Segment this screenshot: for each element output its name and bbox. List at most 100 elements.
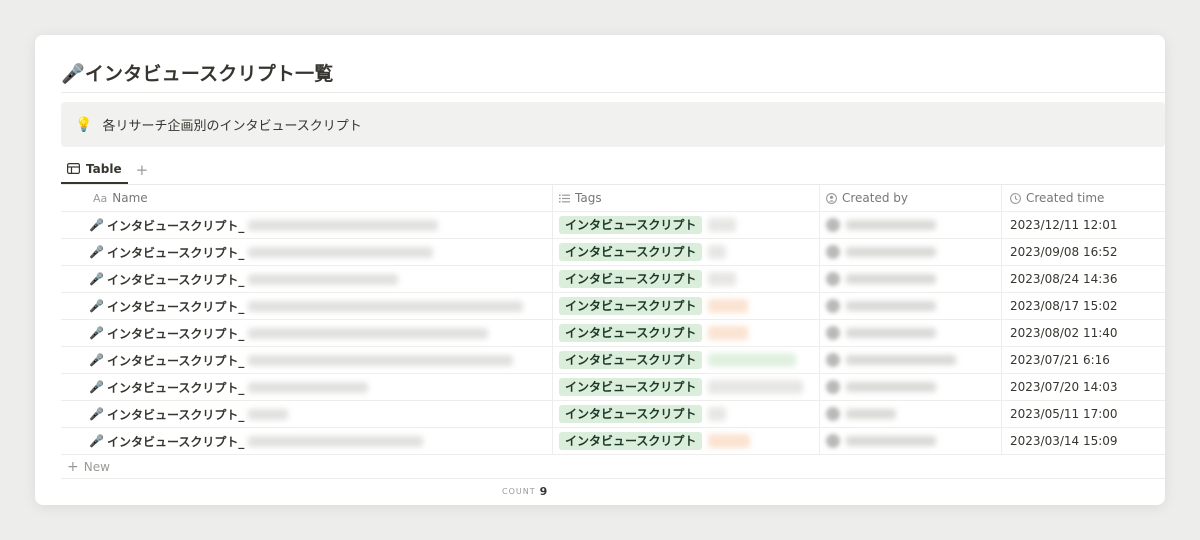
redacted-tag bbox=[708, 299, 749, 313]
tag-badge: インタビュースクリプト bbox=[559, 405, 703, 423]
text-property-icon: Aa bbox=[93, 191, 108, 205]
created-by-cell[interactable] bbox=[820, 266, 1002, 292]
table-row[interactable]: 🎤 インタビュースクリプト_ インタビュースクリプト 2023/09/08 16:52 bbox=[61, 239, 1165, 266]
table-row[interactable]: 🎤 インタビュースクリプト_ インタビュースクリプト 2023/03/14 15:09 bbox=[61, 428, 1165, 455]
column-header-created-time-label: Created time bbox=[1026, 191, 1105, 205]
row-name[interactable]: インタビュースクリプト_ bbox=[107, 217, 244, 234]
table-row[interactable]: 🎤 インタビュースクリプト_ インタビュースクリプト 2023/08/17 15:02 bbox=[61, 293, 1165, 320]
created-time-cell[interactable]: 2023/03/14 15:09 bbox=[1002, 428, 1165, 454]
tags-cell[interactable]: インタビュースクリプト bbox=[553, 239, 820, 265]
created-time-cell[interactable]: 2023/07/20 14:03 bbox=[1002, 374, 1165, 400]
redacted-text bbox=[248, 435, 424, 447]
created-time-cell[interactable]: 2023/05/11 17:00 bbox=[1002, 401, 1165, 427]
row-name[interactable]: インタビュースクリプト_ bbox=[107, 352, 244, 369]
tags-cell[interactable]: インタビュースクリプト bbox=[553, 320, 820, 346]
page-card: 🎤インタビュースクリプト一覧 💡 各リサーチ企画別のインタビュースクリプト Ta… bbox=[35, 35, 1165, 505]
table-row[interactable]: 🎤 インタビュースクリプト_ インタビュースクリプト 2023/08/02 11:40 bbox=[61, 320, 1165, 347]
table-row[interactable]: 🎤 インタビュースクリプト_ インタビュースクリプト 2023/12/11 12:01 bbox=[61, 212, 1165, 239]
add-view-button[interactable]: + bbox=[132, 161, 153, 179]
page-title[interactable]: 🎤インタビュースクリプト一覧 bbox=[61, 57, 334, 87]
created-time: 2023/08/02 11:40 bbox=[1010, 326, 1118, 340]
column-header-name[interactable]: Aa Name bbox=[61, 185, 553, 211]
redacted-person bbox=[846, 436, 936, 446]
row-name[interactable]: インタビュースクリプト_ bbox=[107, 325, 244, 342]
tags-cell[interactable]: インタビュースクリプト bbox=[553, 347, 820, 373]
tags-cell[interactable]: インタビュースクリプト bbox=[553, 293, 820, 319]
count-summary[interactable]: COUNT 9 bbox=[502, 485, 547, 498]
tag-badge: インタビュースクリプト bbox=[559, 378, 703, 396]
microphone-icon: 🎤 bbox=[89, 272, 104, 286]
name-cell[interactable]: 🎤 インタビュースクリプト_ bbox=[61, 428, 553, 454]
created-time-cell[interactable]: 2023/08/17 15:02 bbox=[1002, 293, 1165, 319]
redacted-text bbox=[248, 300, 524, 312]
created-by-cell[interactable] bbox=[820, 374, 1002, 400]
created-time-cell[interactable]: 2023/09/08 16:52 bbox=[1002, 239, 1165, 265]
created-by-cell[interactable] bbox=[820, 212, 1002, 238]
row-name[interactable]: インタビュースクリプト_ bbox=[107, 244, 244, 261]
created-by-cell[interactable] bbox=[820, 401, 1002, 427]
name-cell[interactable]: 🎤 インタビュースクリプト_ bbox=[61, 320, 553, 346]
tags-cell[interactable]: インタビュースクリプト bbox=[553, 374, 820, 400]
redacted-tag bbox=[708, 380, 804, 394]
created-time: 2023/07/20 14:03 bbox=[1010, 380, 1118, 394]
created-by-cell[interactable] bbox=[820, 320, 1002, 346]
tags-cell[interactable]: インタビュースクリプト bbox=[553, 266, 820, 292]
table-header: Aa Name Tags Created by Created time bbox=[61, 185, 1165, 212]
column-header-tags[interactable]: Tags bbox=[553, 185, 820, 211]
row-name[interactable]: インタビュースクリプト_ bbox=[107, 271, 244, 288]
avatar bbox=[826, 245, 840, 259]
created-by-cell[interactable] bbox=[820, 293, 1002, 319]
name-cell[interactable]: 🎤 インタビュースクリプト_ bbox=[61, 293, 553, 319]
table-row[interactable]: 🎤 インタビュースクリプト_ インタビュースクリプト 2023/05/11 17:00 bbox=[61, 401, 1165, 428]
column-header-tags-label: Tags bbox=[575, 191, 602, 205]
table-row[interactable]: 🎤 インタビュースクリプト_ インタビュースクリプト 2023/07/20 14:03 bbox=[61, 374, 1165, 401]
name-cell[interactable]: 🎤 インタビュースクリプト_ bbox=[61, 212, 553, 238]
created-time-cell[interactable]: 2023/07/21 6:16 bbox=[1002, 347, 1165, 373]
tags-cell[interactable]: インタビュースクリプト bbox=[553, 428, 820, 454]
created-time: 2023/08/17 15:02 bbox=[1010, 299, 1118, 313]
created-time-cell[interactable]: 2023/08/24 14:36 bbox=[1002, 266, 1165, 292]
new-row-label: New bbox=[83, 460, 110, 474]
table-row[interactable]: 🎤 インタビュースクリプト_ インタビュースクリプト 2023/07/21 6:16 bbox=[61, 347, 1165, 374]
redacted-tag bbox=[708, 434, 751, 448]
name-cell[interactable]: 🎤 インタビュースクリプト_ bbox=[61, 266, 553, 292]
avatar bbox=[826, 272, 840, 286]
table-row[interactable]: 🎤 インタビュースクリプト_ インタビュースクリプト 2023/08/24 14:36 bbox=[61, 266, 1165, 293]
created-by-cell[interactable] bbox=[820, 239, 1002, 265]
microphone-icon: 🎤 bbox=[89, 299, 104, 313]
tag-badge: インタビュースクリプト bbox=[559, 432, 703, 450]
tab-table-label: Table bbox=[86, 161, 122, 176]
column-header-created-time[interactable]: Created time bbox=[1002, 185, 1165, 211]
microphone-icon: 🎤 bbox=[89, 434, 104, 448]
name-cell[interactable]: 🎤 インタビュースクリプト_ bbox=[61, 374, 553, 400]
tag-badge: インタビュースクリプト bbox=[559, 243, 703, 261]
row-name[interactable]: インタビュースクリプト_ bbox=[107, 298, 244, 315]
tag-badge: インタビュースクリプト bbox=[559, 324, 703, 342]
created-time: 2023/07/21 6:16 bbox=[1010, 353, 1110, 367]
name-cell[interactable]: 🎤 インタビュースクリプト_ bbox=[61, 347, 553, 373]
tags-cell[interactable]: インタビュースクリプト bbox=[553, 401, 820, 427]
created-by-cell[interactable] bbox=[820, 347, 1002, 373]
redacted-text bbox=[248, 273, 399, 285]
name-cell[interactable]: 🎤 インタビュースクリプト_ bbox=[61, 401, 553, 427]
redacted-person bbox=[846, 409, 896, 419]
row-name[interactable]: インタビュースクリプト_ bbox=[107, 433, 244, 450]
redacted-text bbox=[248, 381, 369, 393]
callout-text[interactable]: 各リサーチ企画別のインタビュースクリプト bbox=[102, 115, 361, 134]
name-cell[interactable]: 🎤 インタビュースクリプト_ bbox=[61, 239, 553, 265]
row-name[interactable]: インタビュースクリプト_ bbox=[107, 406, 244, 423]
created-time: 2023/05/11 17:00 bbox=[1010, 407, 1118, 421]
created-by-cell[interactable] bbox=[820, 428, 1002, 454]
avatar bbox=[826, 353, 840, 367]
created-time-cell[interactable]: 2023/12/11 12:01 bbox=[1002, 212, 1165, 238]
new-row-button[interactable]: + New bbox=[61, 456, 110, 478]
created-time-cell[interactable]: 2023/08/02 11:40 bbox=[1002, 320, 1165, 346]
redacted-tag bbox=[708, 407, 727, 421]
column-header-created-by[interactable]: Created by bbox=[820, 185, 1002, 211]
callout[interactable]: 💡 各リサーチ企画別のインタビュースクリプト bbox=[61, 102, 1165, 147]
tab-table[interactable]: Table bbox=[61, 155, 128, 184]
view-tabs: Table + bbox=[61, 155, 152, 184]
page-title-text[interactable]: 🎤インタビュースクリプト一覧 bbox=[61, 59, 334, 86]
row-name[interactable]: インタビュースクリプト_ bbox=[107, 379, 244, 396]
tags-cell[interactable]: インタビュースクリプト bbox=[553, 212, 820, 238]
